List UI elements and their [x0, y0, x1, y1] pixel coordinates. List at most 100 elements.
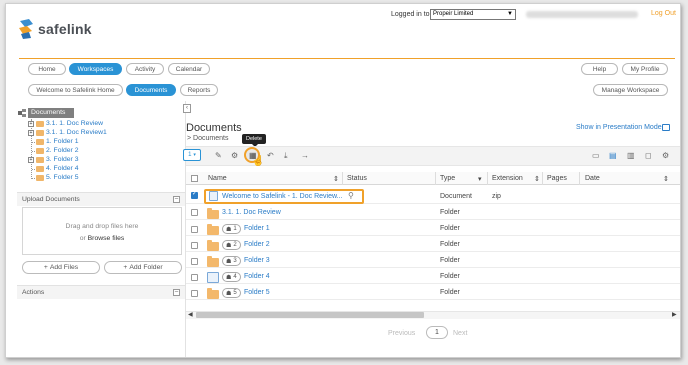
tree-item[interactable]: 2. Folder 2	[46, 147, 79, 154]
row-name[interactable]: Folder 2	[244, 241, 270, 248]
expand-icon[interactable]: +	[28, 157, 34, 163]
row-name[interactable]: Folder 1	[244, 225, 270, 232]
folder-icon	[207, 256, 219, 267]
selected-row-highlight	[204, 189, 364, 204]
lock-icon: ⚲	[348, 191, 354, 200]
chevron-down-icon: ▼	[507, 11, 513, 17]
column-extension[interactable]: Extension	[492, 175, 523, 182]
folder-icon	[207, 240, 219, 251]
breadcrumb-item[interactable]: Documents	[193, 135, 228, 142]
column-divider	[487, 172, 488, 185]
row-name[interactable]: Folder 3	[244, 257, 270, 264]
tree-item[interactable]: 4. Folder 4	[46, 165, 79, 172]
row-checkbox[interactable]	[191, 226, 198, 233]
tree-item[interactable]: 3.1. 1. Doc Review	[46, 120, 103, 127]
tree-root[interactable]: Documents	[31, 109, 65, 116]
company-select-value: Propeir Limited	[433, 11, 474, 17]
sort-icon[interactable]: ⇕	[663, 175, 669, 183]
view-icon[interactable]: ▭	[592, 151, 600, 160]
tree-item[interactable]: 5. Folder 5	[46, 174, 79, 181]
row-checkbox[interactable]	[191, 274, 198, 281]
sort-icon[interactable]: ⇕	[534, 175, 540, 183]
row-checkbox[interactable]	[191, 242, 198, 249]
badge-value: 5	[233, 290, 237, 296]
company-select[interactable]: Propeir Limited ▼	[430, 9, 516, 20]
tree-connector	[31, 119, 32, 179]
badge-value: 3	[233, 258, 237, 264]
expand-icon[interactable]: +	[28, 121, 34, 127]
row-checkbox[interactable]	[191, 190, 198, 199]
add-folder-button[interactable]: + Add Folder	[104, 261, 182, 274]
nav-workspaces[interactable]: Workspaces	[69, 63, 122, 75]
row-type: Folder	[440, 273, 460, 280]
sort-icon[interactable]: ⇕	[333, 175, 339, 183]
table-header	[186, 172, 680, 185]
book-icon	[207, 272, 219, 283]
row-checkbox[interactable]	[191, 290, 198, 297]
chart-icon[interactable]: ▥	[627, 151, 635, 160]
folder-icon	[36, 157, 44, 163]
previous-page-button[interactable]: Previous	[388, 327, 415, 339]
row-type: Document	[440, 193, 472, 200]
page-number[interactable]: 1	[426, 326, 448, 339]
subnav-welcome[interactable]: Welcome to Safelink Home	[28, 84, 123, 96]
chevron-down-icon: ▾	[193, 152, 196, 158]
row-checkbox[interactable]	[191, 258, 198, 265]
column-status[interactable]: Status	[347, 175, 367, 182]
my-profile-button[interactable]: My Profile	[622, 63, 668, 75]
folder-icon	[207, 288, 219, 299]
badge-value: 4	[233, 274, 237, 280]
presentation-mode-link[interactable]: Show in Presentation Mode	[576, 124, 662, 131]
browse-files-link[interactable]: Browse files	[88, 235, 125, 242]
scroll-right-icon[interactable]: ▶	[672, 311, 677, 318]
move-icon[interactable]: →	[301, 151, 309, 160]
selected-count: 1	[188, 152, 192, 158]
users-icon: ☗	[226, 258, 232, 265]
row-name[interactable]: Folder 5	[244, 289, 270, 296]
column-pages[interactable]: Pages	[547, 175, 567, 182]
grid-view-icon[interactable]: ▤	[609, 151, 617, 160]
tree-item[interactable]: 1. Folder 1	[46, 138, 79, 145]
subnav-reports[interactable]: Reports	[180, 84, 218, 96]
file-drop-zone[interactable]: Drag and drop files here or Browse files	[22, 207, 182, 255]
help-button[interactable]: Help	[581, 63, 618, 75]
logout-link[interactable]: Log Out	[651, 10, 676, 17]
actions-section-header: Actions	[17, 285, 185, 299]
filter-dropdown-icon[interactable]: ▾	[478, 175, 482, 183]
attach-icon[interactable]: ✎	[215, 151, 222, 160]
row-checkbox[interactable]	[191, 209, 198, 216]
comment-icon[interactable]: ◻	[645, 151, 652, 160]
tree-item[interactable]: 3. Folder 3	[46, 156, 79, 163]
column-type[interactable]: Type	[440, 175, 455, 182]
breadcrumb-separator: >	[187, 135, 192, 142]
scroll-left-icon[interactable]: ◀	[188, 311, 193, 318]
download-icon[interactable]: ⤓	[284, 151, 288, 160]
add-files-button[interactable]: + Add Files	[22, 261, 100, 274]
nav-home[interactable]: Home	[28, 63, 66, 75]
collapse-icon[interactable]: –	[173, 196, 180, 203]
next-page-button[interactable]: Next	[453, 327, 467, 339]
scrollbar-thumb[interactable]	[196, 312, 424, 318]
manage-workspace-button[interactable]: Manage Workspace	[593, 84, 668, 96]
nav-calendar[interactable]: Calendar	[168, 63, 210, 75]
collapse-sidebar-icon[interactable]: ‹	[183, 104, 191, 113]
row-name[interactable]: Folder 4	[244, 273, 270, 280]
row-type: Folder	[440, 225, 460, 232]
expand-icon[interactable]: +	[28, 130, 34, 136]
folder-icon	[207, 224, 219, 235]
undo-icon[interactable]: ↶	[267, 151, 274, 160]
selected-count-dropdown[interactable]: 1 ▾	[183, 149, 201, 161]
gear-icon[interactable]: ⚙	[662, 151, 669, 160]
row-name[interactable]: 3.1. 1. Doc Review	[222, 209, 281, 216]
column-divider	[342, 172, 343, 185]
tree-item[interactable]: 3.1. 1. Doc Review1	[46, 129, 107, 136]
tree-root-icon	[18, 109, 26, 119]
settings-icon[interactable]: ⚙	[231, 151, 238, 160]
nav-activity[interactable]: Activity	[126, 63, 164, 75]
collapse-icon[interactable]: –	[173, 289, 180, 296]
column-date[interactable]: Date	[585, 175, 600, 182]
presentation-icon[interactable]	[662, 124, 670, 131]
subnav-documents[interactable]: Documents	[126, 84, 176, 96]
select-all-checkbox[interactable]	[191, 175, 198, 182]
column-name[interactable]: Name	[208, 175, 227, 182]
